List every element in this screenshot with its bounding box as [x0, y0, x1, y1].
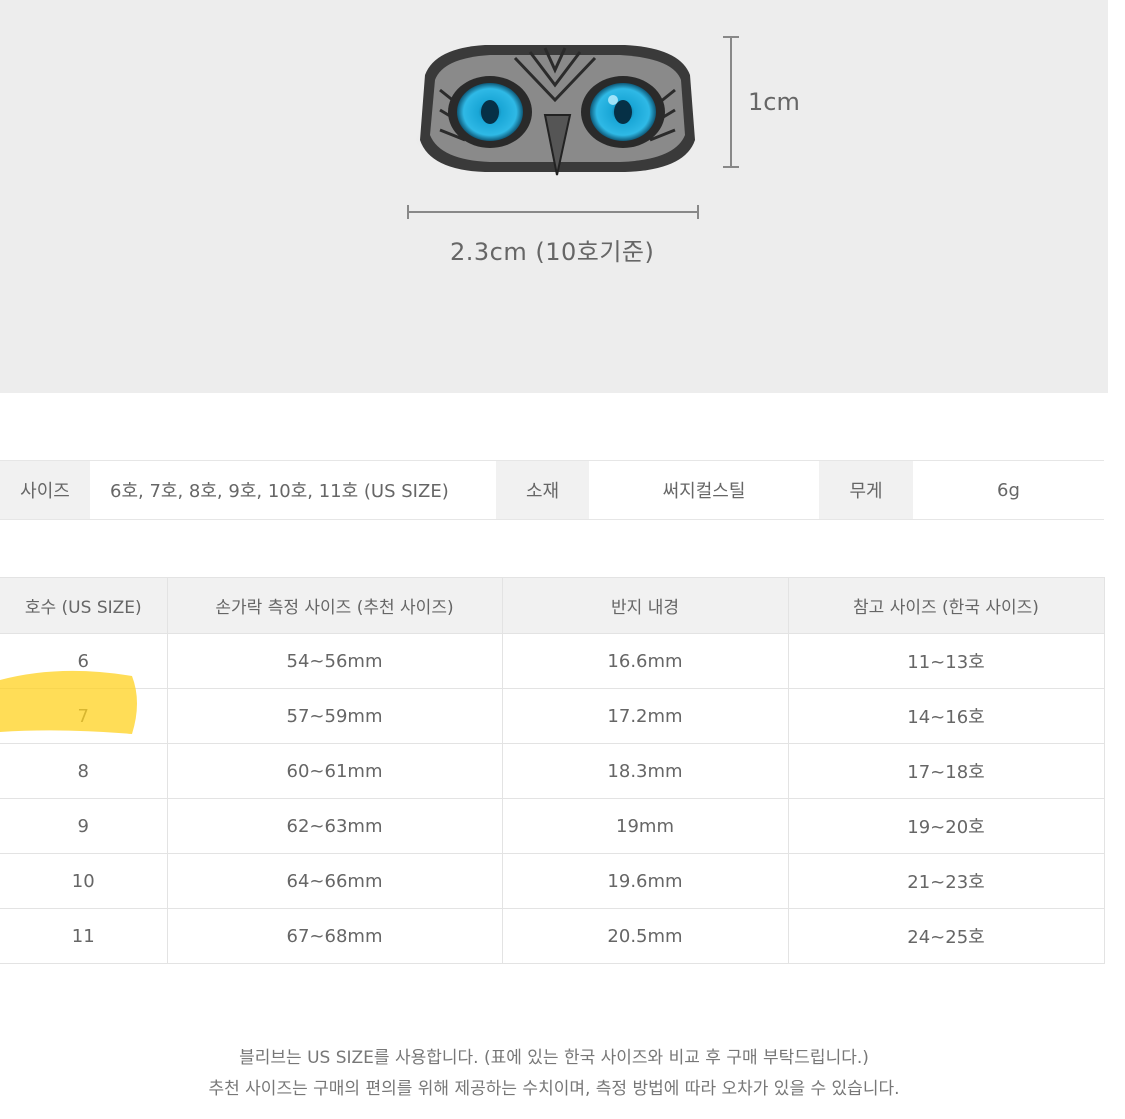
table-row: 9 62~63mm 19mm 19~20호	[0, 798, 1105, 854]
spec-strip: 사이즈 6호, 7호, 8호, 9호, 10호, 11호 (US SIZE) 소…	[0, 460, 1104, 520]
cell-korean-size: 21~23호	[787, 853, 1105, 909]
table-row: 8 60~61mm 18.3mm 17~18호	[0, 743, 1105, 799]
cell-us-size: 9	[0, 798, 168, 854]
table-row: 6 54~56mm 16.6mm 11~13호	[0, 633, 1105, 689]
header-inner-diameter: 반지 내경	[501, 577, 789, 634]
cell-inner-diameter: 19.6mm	[501, 853, 789, 909]
note-line-2: 추천 사이즈는 구매의 편의를 위해 제공하는 수치이며, 측정 방법에 따라 …	[208, 1079, 900, 1099]
owl-ring-icon	[415, 45, 695, 176]
size-table: 호수 (US SIZE) 손가락 측정 사이즈 (추천 사이즈) 반지 내경 참…	[0, 577, 1105, 964]
cell-inner-diameter: 20.5mm	[501, 908, 789, 964]
cell-inner-diameter: 16.6mm	[501, 633, 789, 689]
width-label: 2.3cm (10호기준)	[450, 238, 655, 266]
cell-inner-diameter: 17.2mm	[501, 688, 789, 744]
cell-korean-size: 24~25호	[787, 908, 1105, 964]
cell-us-size: 6	[0, 633, 168, 689]
spec-material-key: 소재	[496, 461, 589, 519]
cell-us-size: 7	[0, 688, 168, 744]
cell-inner-diameter: 18.3mm	[501, 743, 789, 799]
spec-weight-value: 6g	[913, 461, 1104, 519]
cell-finger-size: 54~56mm	[166, 633, 503, 689]
note-line-1: 블리브는 US SIZE를 사용합니다. (표에 있는 한국 사이즈와 비교 후…	[239, 1048, 869, 1068]
spec-size-value: 6호, 7호, 8호, 9호, 10호, 11호 (US SIZE)	[90, 461, 496, 519]
cell-inner-diameter: 19mm	[501, 798, 789, 854]
header-korean-size: 참고 사이즈 (한국 사이즈)	[787, 577, 1105, 634]
table-row: 11 67~68mm 20.5mm 24~25호	[0, 908, 1105, 964]
cell-korean-size: 19~20호	[787, 798, 1105, 854]
table-row: 10 64~66mm 19.6mm 21~23호	[0, 853, 1105, 909]
cell-us-size: 10	[0, 853, 168, 909]
header-finger-size: 손가락 측정 사이즈 (추천 사이즈)	[166, 577, 503, 634]
header-us-size: 호수 (US SIZE)	[0, 577, 168, 634]
spec-material-value: 써지컬스틸	[589, 461, 819, 519]
cell-korean-size: 14~16호	[787, 688, 1105, 744]
cell-finger-size: 62~63mm	[166, 798, 503, 854]
width-dimension-line	[407, 205, 699, 219]
cell-finger-size: 60~61mm	[166, 743, 503, 799]
cell-korean-size: 17~18호	[787, 743, 1105, 799]
spec-weight-key: 무게	[819, 461, 913, 519]
height-dimension-line	[723, 36, 739, 168]
cell-us-size: 8	[0, 743, 168, 799]
cell-finger-size: 64~66mm	[166, 853, 503, 909]
table-row: 7 57~59mm 17.2mm 14~16호	[0, 688, 1105, 744]
product-image-panel: 1cm 2.3cm (10호기준)	[0, 0, 1108, 393]
cell-us-size: 11	[0, 908, 168, 964]
table-header-row: 호수 (US SIZE) 손가락 측정 사이즈 (추천 사이즈) 반지 내경 참…	[0, 577, 1105, 634]
spec-size-key: 사이즈	[0, 461, 90, 519]
cell-finger-size: 67~68mm	[166, 908, 503, 964]
notes: 블리브는 US SIZE를 사용합니다. (표에 있는 한국 사이즈와 비교 후…	[0, 1043, 1108, 1105]
cell-finger-size: 57~59mm	[166, 688, 503, 744]
cell-korean-size: 11~13호	[787, 633, 1105, 689]
height-label: 1cm	[748, 88, 800, 116]
